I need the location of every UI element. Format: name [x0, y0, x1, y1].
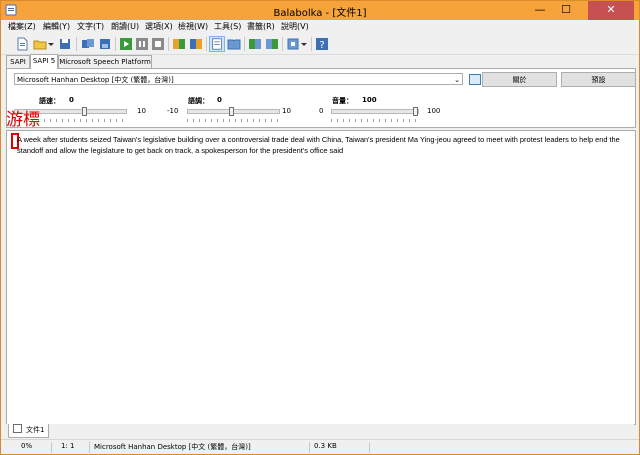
pitch-min: -10	[167, 107, 179, 115]
pitch-slider-ticks	[187, 119, 280, 122]
tab-speech-platform[interactable]: Microsoft Speech Platform	[58, 55, 152, 68]
editor-text[interactable]: A week after students seized Taiwan's le…	[17, 134, 622, 156]
about-button[interactable]: 關於	[482, 72, 557, 87]
chevron-down-icon: ⌄	[454, 76, 460, 84]
tab-sapi4[interactable]: SAPI 4	[6, 55, 30, 78]
stop-icon[interactable]	[151, 37, 165, 51]
status-separator	[89, 442, 90, 453]
cursor-annotation: 游標	[6, 110, 40, 130]
voice-b-icon[interactable]	[189, 37, 203, 51]
close-button[interactable]: ✕	[588, 1, 634, 20]
volume-value: 100	[362, 96, 377, 104]
volume-slider-thumb[interactable]	[413, 107, 418, 116]
rate-label: 語速：	[39, 97, 60, 105]
document-tab-label: 文件1	[26, 426, 45, 434]
menu-file[interactable]: 檔案(Z)	[8, 21, 36, 32]
toolbar-separator	[115, 37, 116, 51]
dropdown-arrow-icon[interactable]	[300, 37, 308, 51]
status-size: 0.3 KB	[314, 442, 337, 450]
menu-speak[interactable]: 朗讀(U)	[111, 21, 139, 32]
book-next-icon[interactable]	[265, 37, 279, 51]
volume-slider-track[interactable]	[331, 109, 419, 114]
document-checkbox[interactable]	[13, 424, 22, 433]
status-bar: 0% 1: 1 Microsoft Hanhan Desktop [中文 (繁體…	[1, 439, 639, 454]
toolbar-separator	[311, 37, 312, 51]
volume-min: 0	[319, 107, 324, 115]
volume-slider-ticks	[331, 119, 419, 122]
clip-icon[interactable]	[286, 37, 300, 51]
book-icon[interactable]	[227, 37, 241, 51]
maximize-button[interactable]: ☐	[554, 1, 578, 20]
pitch-value: 0	[217, 96, 222, 104]
pitch-max: 10	[282, 107, 291, 115]
document-tabs: 文件1	[6, 424, 634, 439]
open-folder-icon[interactable]	[33, 37, 47, 51]
menu-edit[interactable]: 編輯(Y)	[43, 21, 70, 32]
app-window: Balabolka - [文件1] — ☐ ✕ 檔案(Z) 編輯(Y) 文字(T…	[0, 0, 640, 455]
menu-bookmarks[interactable]: 書籤(R)	[247, 21, 275, 32]
pitch-label: 語調：	[188, 97, 209, 105]
voice-panel: Microsoft Hanhan Desktop [中文 (繁體，台灣)] ⌄ …	[6, 68, 636, 128]
status-progress: 0%	[21, 442, 33, 450]
help-icon[interactable]: ?	[315, 37, 329, 51]
toolbar-separator	[282, 37, 283, 51]
menu-text[interactable]: 文字(T)	[77, 21, 104, 32]
convert-icon[interactable]	[81, 37, 95, 51]
svg-text:?: ?	[319, 40, 324, 51]
toolbar-separator	[168, 37, 169, 51]
volume-max: 100	[427, 107, 441, 115]
status-separator	[369, 442, 370, 453]
toolbar-separator	[206, 37, 207, 51]
voice-a-icon[interactable]	[172, 37, 186, 51]
tab-sapi5[interactable]: SAPI 5	[30, 54, 58, 69]
rate-slider-thumb[interactable]	[82, 107, 87, 116]
status-voice: Microsoft Hanhan Desktop [中文 (繁體，台灣)]	[94, 443, 251, 451]
text-view-icon[interactable]	[209, 36, 225, 52]
menu-view[interactable]: 檢視(W)	[178, 21, 208, 32]
document-tab[interactable]: 文件1	[8, 424, 50, 438]
text-editor[interactable]: A week after students seized Taiwan's le…	[6, 130, 636, 425]
menu-options[interactable]: 選項(X)	[145, 21, 173, 32]
status-position: 1: 1	[61, 442, 75, 450]
dropdown-arrow-icon[interactable]	[47, 37, 55, 51]
menu-bar: 檔案(Z) 編輯(Y) 文字(T) 朗讀(U) 選項(X) 檢視(W) 工具(S…	[1, 20, 639, 34]
status-separator	[309, 442, 310, 453]
voice-select[interactable]: Microsoft Hanhan Desktop [中文 (繁體，台灣)] ⌄	[14, 73, 463, 85]
save-icon[interactable]	[58, 37, 72, 51]
new-document-icon[interactable]	[15, 37, 29, 51]
menu-tools[interactable]: 工具(S)	[214, 21, 241, 32]
toolbar-separator	[76, 37, 77, 51]
play-icon[interactable]	[119, 37, 133, 51]
rate-value: 0	[69, 96, 74, 104]
pitch-slider-thumb[interactable]	[229, 107, 234, 116]
default-button[interactable]: 預設	[561, 72, 636, 87]
toolbar-separator	[244, 37, 245, 51]
volume-label: 音量：	[332, 97, 353, 105]
status-separator	[51, 442, 52, 453]
minimize-button[interactable]: —	[528, 1, 552, 20]
pause-icon[interactable]	[135, 37, 149, 51]
voice-settings-button[interactable]	[469, 74, 481, 85]
voice-select-value: Microsoft Hanhan Desktop [中文 (繁體，台灣)]	[17, 76, 174, 84]
toolbar: ?	[1, 34, 639, 55]
menu-help[interactable]: 說明(V)	[281, 21, 309, 32]
editor-body: week after students seized Taiwan's legi…	[17, 135, 620, 155]
book-prev-icon[interactable]	[248, 37, 262, 51]
title-bar[interactable]: Balabolka - [文件1] — ☐ ✕	[1, 1, 639, 20]
export-icon[interactable]	[98, 37, 112, 51]
rate-max: 10	[137, 107, 146, 115]
